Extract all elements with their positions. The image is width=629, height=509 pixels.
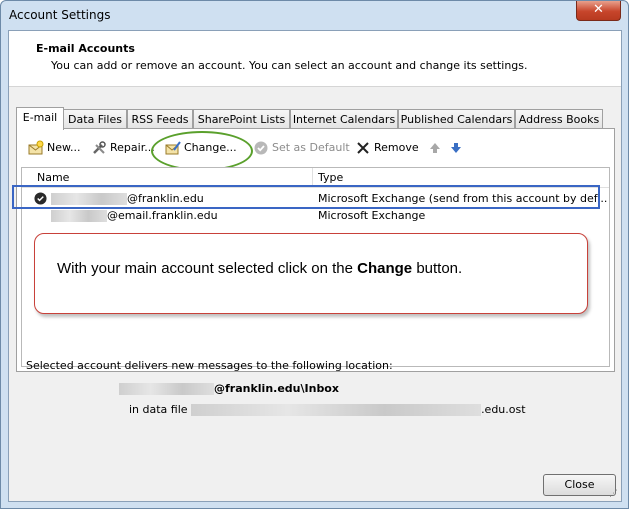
redacted-username xyxy=(51,210,107,222)
remove-x-icon xyxy=(355,140,371,156)
move-up-button[interactable] xyxy=(427,139,446,157)
tab-internet-calendars[interactable]: Internet Calendars xyxy=(290,109,398,129)
account-type: Microsoft Exchange xyxy=(318,209,426,222)
tab-address-books[interactable]: Address Books xyxy=(515,109,603,129)
change-highlight-circle xyxy=(151,131,253,171)
title-bar: Account Settings ✕ xyxy=(1,1,628,29)
delivery-location: @franklin.edu\Inbox xyxy=(119,382,339,395)
callout-text: With your main account selected click on… xyxy=(57,260,463,277)
repair-button[interactable]: Repair... xyxy=(91,139,155,157)
tools-icon xyxy=(91,140,107,156)
new-button[interactable]: New... xyxy=(28,139,80,157)
delivery-data-file: in data file .edu.ost xyxy=(129,403,526,416)
tab-data-files[interactable]: Data Files xyxy=(63,109,127,129)
window-close-button[interactable]: ✕ xyxy=(576,1,621,21)
remove-button[interactable]: Remove xyxy=(355,139,419,157)
new-mail-icon xyxy=(28,140,44,156)
tab-published-calendars[interactable]: Published Calendars xyxy=(398,109,515,129)
remove-button-label: Remove xyxy=(374,141,419,154)
set-as-default-button[interactable]: Set as Default xyxy=(253,139,350,157)
selected-account-highlight-box xyxy=(12,185,600,209)
check-circle-icon xyxy=(253,140,269,156)
set-as-default-label: Set as Default xyxy=(272,141,350,154)
account-settings-window: Account Settings ✕ E-mail Accounts You c… xyxy=(0,0,629,509)
account-row-secondary[interactable]: @email.franklin.edu Microsoft Exchange xyxy=(22,208,609,224)
header-subtitle: You can add or remove an account. You ca… xyxy=(51,59,528,72)
dialog-header: E-mail Accounts You can add or remove an… xyxy=(9,31,621,87)
close-button[interactable]: Close xyxy=(543,474,616,496)
window-title: Account Settings xyxy=(9,8,111,22)
tab-email[interactable]: E-mail xyxy=(16,107,64,130)
repair-button-label: Repair... xyxy=(110,141,155,154)
arrow-up-icon xyxy=(427,140,443,156)
redacted-file-path xyxy=(191,404,482,416)
instruction-callout: With your main account selected click on… xyxy=(34,233,588,314)
account-toolbar: New... Repair... Change... Set as Defaul… xyxy=(17,131,614,171)
resize-grip-icon[interactable]: ⋰ xyxy=(609,489,619,499)
tab-sharepoint-lists[interactable]: SharePoint Lists xyxy=(193,109,290,129)
arrow-down-icon xyxy=(448,140,464,156)
delivery-label: Selected account delivers new messages t… xyxy=(26,359,393,372)
new-button-label: New... xyxy=(47,141,81,154)
tab-rss-feeds[interactable]: RSS Feeds xyxy=(127,109,193,129)
callout-bold-word: Change xyxy=(357,260,413,277)
move-down-button[interactable] xyxy=(448,139,467,157)
header-title: E-mail Accounts xyxy=(36,42,135,55)
redacted-username xyxy=(119,383,214,395)
account-name: @email.franklin.edu xyxy=(51,208,218,224)
